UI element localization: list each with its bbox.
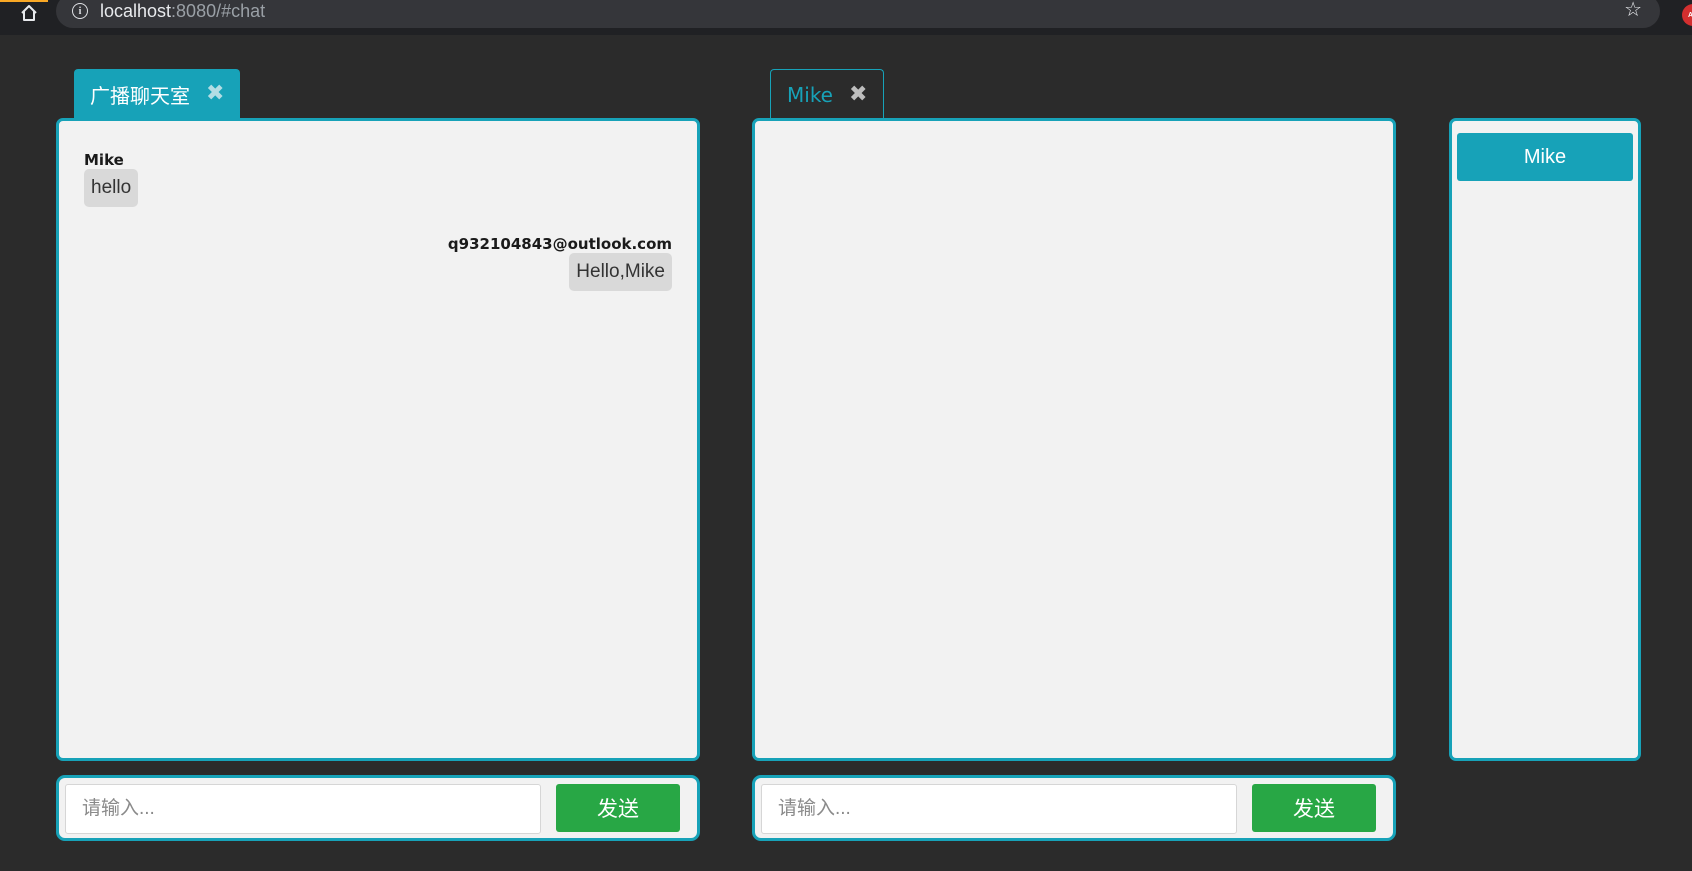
- message-bubble: Hello,Mike: [569, 253, 672, 291]
- extension-icon[interactable]: AB: [1682, 4, 1692, 26]
- chat-message-left: Mike hello: [84, 151, 139, 207]
- private-input-bar: 发送: [752, 775, 1396, 841]
- user-list-item[interactable]: Mike: [1457, 133, 1633, 181]
- url-path: :8080/#chat: [171, 0, 266, 21]
- tab-private-label: Mike: [787, 82, 833, 107]
- close-icon[interactable]: ✖: [849, 83, 867, 106]
- send-button[interactable]: 发送: [1252, 784, 1376, 832]
- message-input[interactable]: [65, 784, 541, 834]
- private-chat-panel: [752, 118, 1396, 761]
- message-sender: Mike: [84, 151, 124, 169]
- home-icon: [21, 5, 37, 21]
- tab-private-chat-mike[interactable]: Mike ✖: [770, 69, 885, 119]
- message-bubble: hello: [84, 169, 139, 207]
- bookmark-star-icon[interactable]: ☆: [1624, 0, 1642, 21]
- user-list-panel: Mike: [1449, 118, 1641, 761]
- url-host: localhost: [100, 0, 172, 21]
- info-icon[interactable]: i: [72, 3, 88, 19]
- close-icon[interactable]: ✖: [206, 83, 224, 105]
- url-text[interactable]: localhost:8080/#chat: [100, 1, 265, 22]
- browser-toolbar: i localhost:8080/#chat ☆ AB: [0, 0, 1692, 35]
- home-button[interactable]: [14, 0, 44, 26]
- tab-broadcast-room[interactable]: 广播聊天室 ✖: [74, 69, 241, 119]
- tab-broadcast-label: 广播聊天室: [90, 83, 190, 108]
- chat-message-right: q932104843@outlook.com Hello,Mike: [448, 235, 672, 291]
- broadcast-chat-panel: Mike hello q932104843@outlook.com Hello,…: [56, 118, 700, 761]
- message-input[interactable]: [761, 784, 1237, 834]
- broadcast-input-bar: 发送: [56, 775, 700, 841]
- message-sender: q932104843@outlook.com: [447, 235, 672, 253]
- send-button[interactable]: 发送: [556, 784, 680, 832]
- address-bar[interactable]: i localhost:8080/#chat ☆: [56, 0, 1660, 28]
